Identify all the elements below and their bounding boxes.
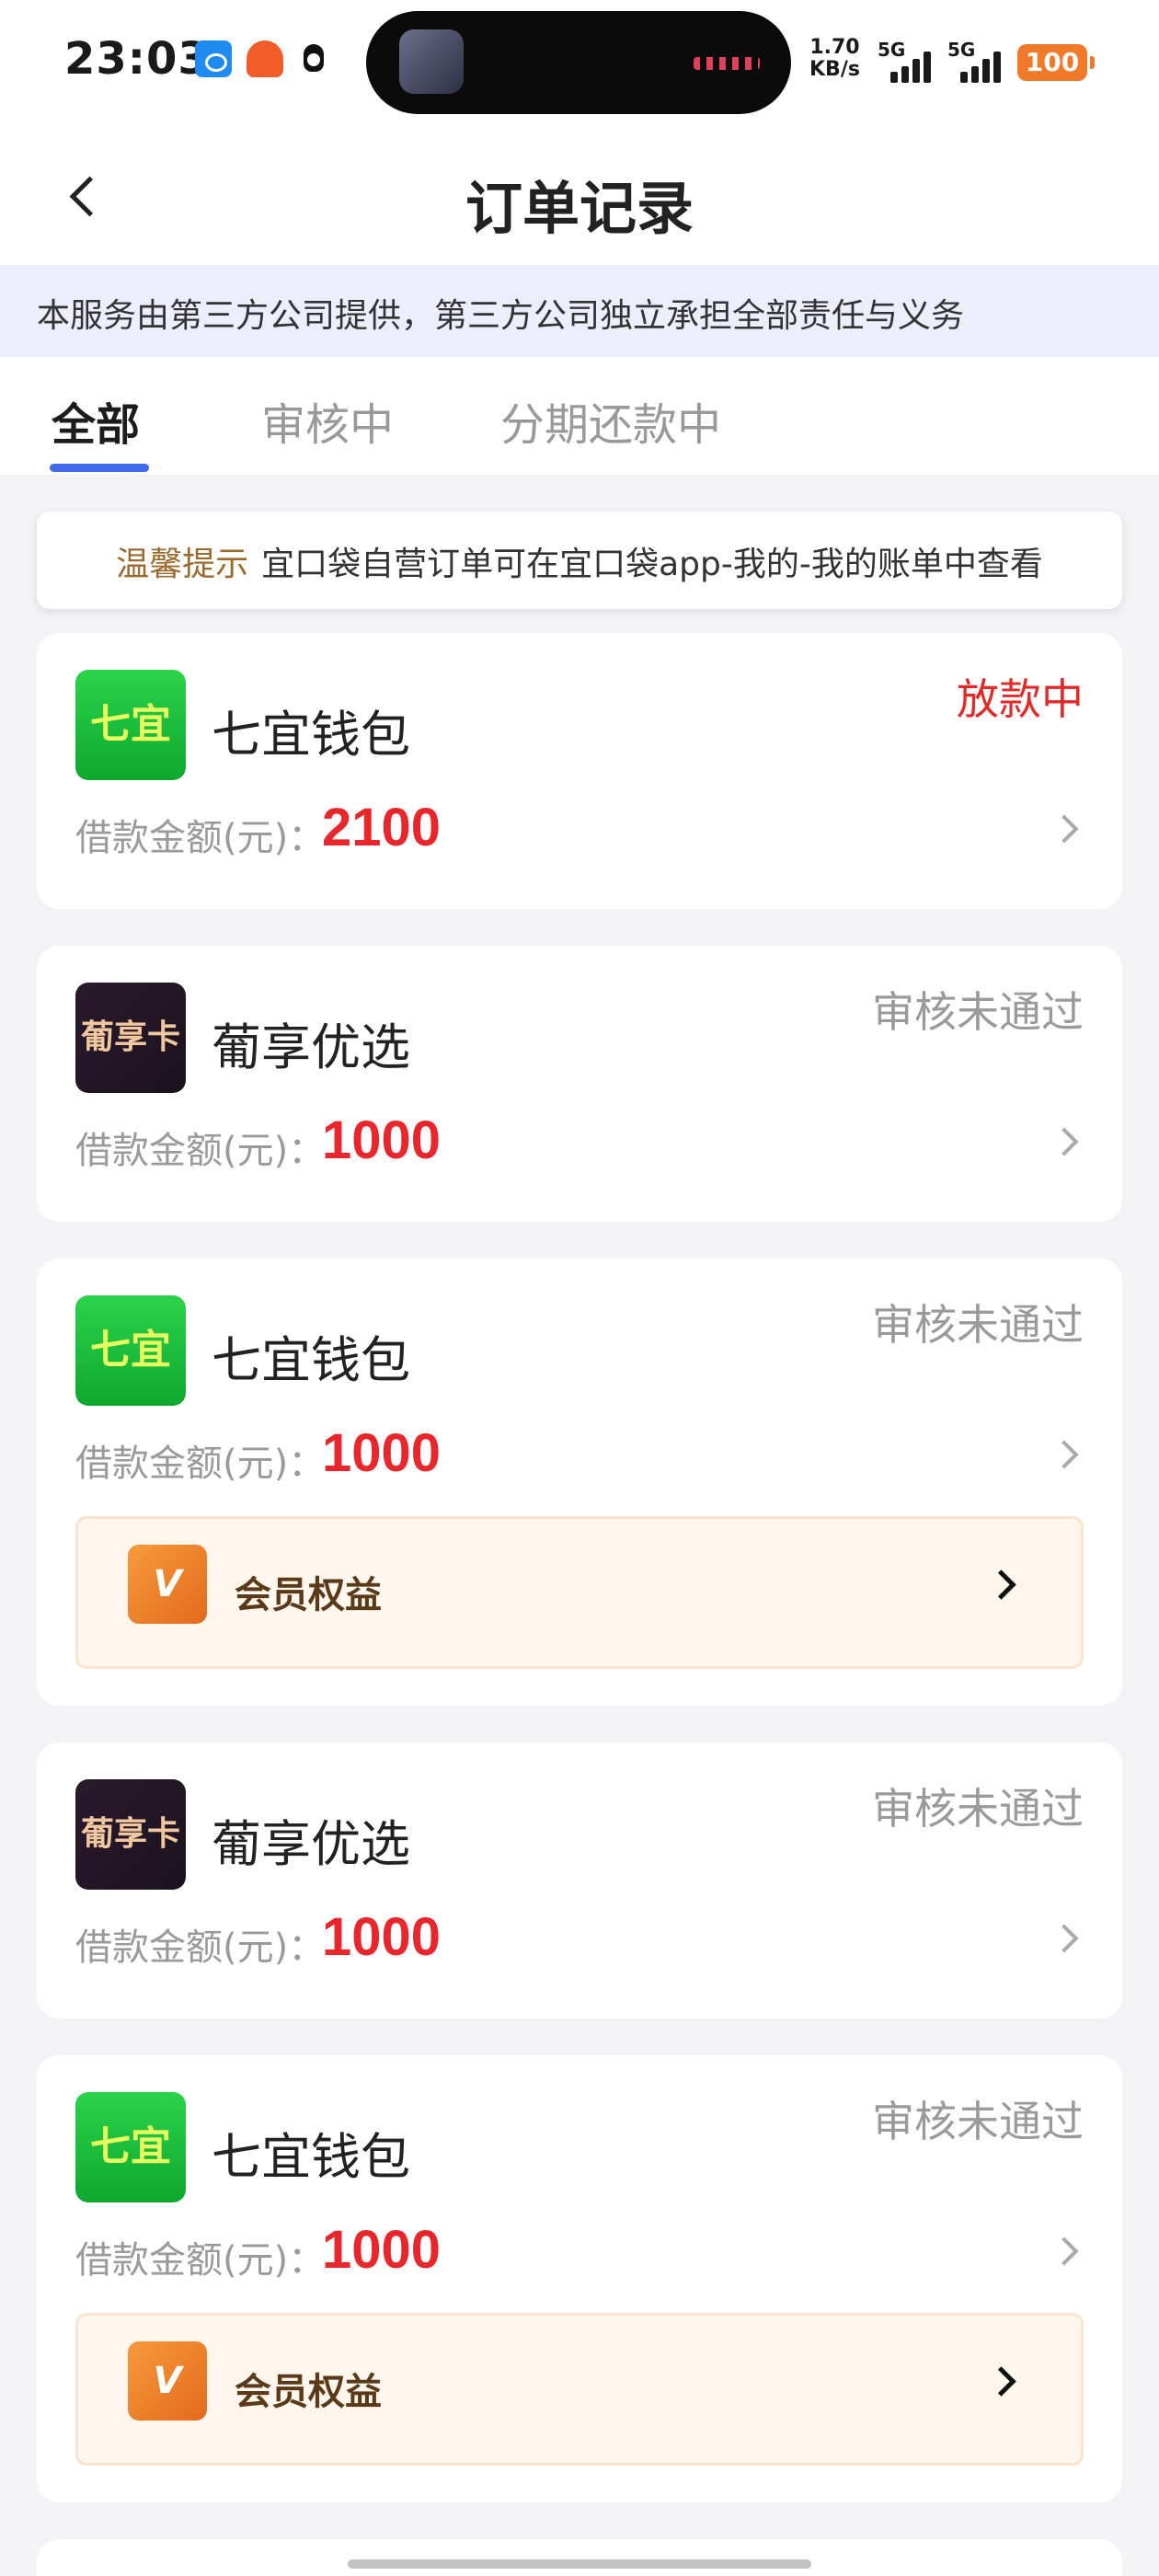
order-status: 放款中 bbox=[957, 674, 1084, 724]
chevron-right-icon bbox=[989, 1569, 1018, 1598]
signal-bars-icon bbox=[960, 52, 1003, 83]
member-benefits-label: 会员权益 bbox=[235, 1574, 382, 1616]
order-status: 审核未通过 bbox=[872, 2097, 1084, 2146]
product-name: 葡享优选 bbox=[212, 1815, 410, 1873]
home-indicator[interactable] bbox=[348, 2559, 811, 2569]
dynamic-island[interactable] bbox=[366, 11, 791, 114]
audio-wave-icon bbox=[694, 57, 760, 70]
product-name: 七宜钱包 bbox=[212, 706, 410, 764]
status-time: 23:03 bbox=[64, 33, 210, 85]
tip-banner: 温馨提示 宜口袋自营订单可在宜口袋app-我的-我的账单中查看 bbox=[37, 512, 1122, 609]
signal-bars-icon bbox=[890, 52, 933, 83]
order-card[interactable] bbox=[37, 2539, 1122, 2576]
chevron-right-icon[interactable] bbox=[1052, 1439, 1080, 1466]
amount-label: 借款金额(元)： bbox=[75, 1443, 326, 1485]
order-card[interactable]: 葡享卡 葡享优选 审核未通过 借款金额(元)： 1000 bbox=[37, 1742, 1122, 2018]
qq-icon bbox=[298, 40, 329, 77]
putao-logo-icon: 葡享卡 bbox=[75, 983, 186, 1093]
chevron-right-icon bbox=[989, 2365, 1018, 2395]
tab-installment[interactable]: 分期还款中 bbox=[500, 388, 721, 453]
order-card[interactable]: 七宜 七宜钱包 审核未通过 借款金额(元)： 1000 V 会员权益 bbox=[37, 1259, 1122, 1706]
status-bar: 23:03 1.70 KB/s 5G 5G 100 bbox=[0, 0, 1159, 129]
member-benefits-row[interactable]: V 会员权益 bbox=[75, 2313, 1084, 2466]
chevron-right-icon[interactable] bbox=[1052, 813, 1080, 841]
network-speed-value: 1.70 bbox=[809, 36, 860, 59]
order-status: 审核未通过 bbox=[872, 987, 1084, 1037]
order-status: 审核未通过 bbox=[872, 1300, 1084, 1350]
amount-label: 借款金额(元)： bbox=[75, 1926, 326, 1969]
qiyi-logo-icon: 七宜 bbox=[75, 1295, 186, 1406]
chevron-right-icon[interactable] bbox=[1052, 1923, 1080, 1950]
service-notice-text: 本服务由第三方公司提供，第三方公司独立承担全部责任与义务 bbox=[37, 297, 965, 335]
member-benefits-row[interactable]: V 会员权益 bbox=[75, 1516, 1084, 1669]
amount-value: 1000 bbox=[322, 1907, 442, 1967]
nav-header: 订单记录 bbox=[0, 129, 1159, 265]
vip-icon: V bbox=[128, 1545, 207, 1624]
chevron-right-icon[interactable] bbox=[1052, 2236, 1080, 2263]
tab-bar: 全部 审核中 分期还款中 bbox=[0, 357, 1159, 475]
product-name: 七宜钱包 bbox=[212, 2128, 410, 2186]
tab-reviewing[interactable]: 审核中 bbox=[261, 388, 394, 453]
page-title: 订单记录 bbox=[465, 175, 694, 242]
active-tab-indicator bbox=[50, 464, 149, 472]
order-card[interactable]: 七宜 七宜钱包 放款中 借款金额(元)： 2100 bbox=[37, 633, 1122, 909]
amount-label: 借款金额(元)： bbox=[75, 817, 326, 859]
qiyi-logo-icon: 七宜 bbox=[75, 2092, 186, 2202]
amount-label: 借款金额(元)： bbox=[75, 1130, 326, 1172]
amount-value: 1000 bbox=[322, 2220, 442, 2280]
vip-icon: V bbox=[128, 2341, 207, 2421]
tip-text: 宜口袋自营订单可在宜口袋app-我的-我的账单中查看 bbox=[261, 546, 1043, 583]
service-notice: 本服务由第三方公司提供，第三方公司独立承担全部责任与义务 bbox=[0, 265, 1159, 357]
chevron-right-icon[interactable] bbox=[1052, 1126, 1080, 1154]
member-benefits-label: 会员权益 bbox=[235, 2371, 382, 2413]
network-speed: 1.70 KB/s bbox=[809, 37, 860, 81]
amount-value: 1000 bbox=[322, 1110, 442, 1170]
tab-all[interactable]: 全部 bbox=[52, 388, 140, 453]
order-status: 审核未通过 bbox=[872, 1784, 1084, 1834]
app-notification-icon bbox=[247, 40, 283, 77]
hotspot-icon bbox=[195, 40, 232, 77]
order-card[interactable]: 七宜 七宜钱包 审核未通过 借款金额(元)： 1000 V 会员权益 bbox=[37, 2055, 1122, 2502]
product-name: 七宜钱包 bbox=[212, 1331, 410, 1389]
tip-label: 温馨提示 bbox=[116, 546, 249, 583]
product-name: 葡享优选 bbox=[212, 1018, 410, 1076]
amount-value: 1000 bbox=[322, 1423, 442, 1483]
amount-value: 2100 bbox=[322, 798, 442, 857]
media-thumbnail bbox=[399, 29, 464, 94]
amount-label: 借款金额(元)： bbox=[75, 2239, 326, 2282]
battery-indicator: 100 bbox=[1017, 44, 1095, 81]
putao-logo-icon: 葡享卡 bbox=[75, 1779, 186, 1890]
network-speed-unit: KB/s bbox=[809, 58, 860, 81]
qiyi-logo-icon: 七宜 bbox=[75, 670, 186, 780]
order-card[interactable]: 葡享卡 葡享优选 审核未通过 借款金额(元)： 1000 bbox=[37, 946, 1122, 1222]
